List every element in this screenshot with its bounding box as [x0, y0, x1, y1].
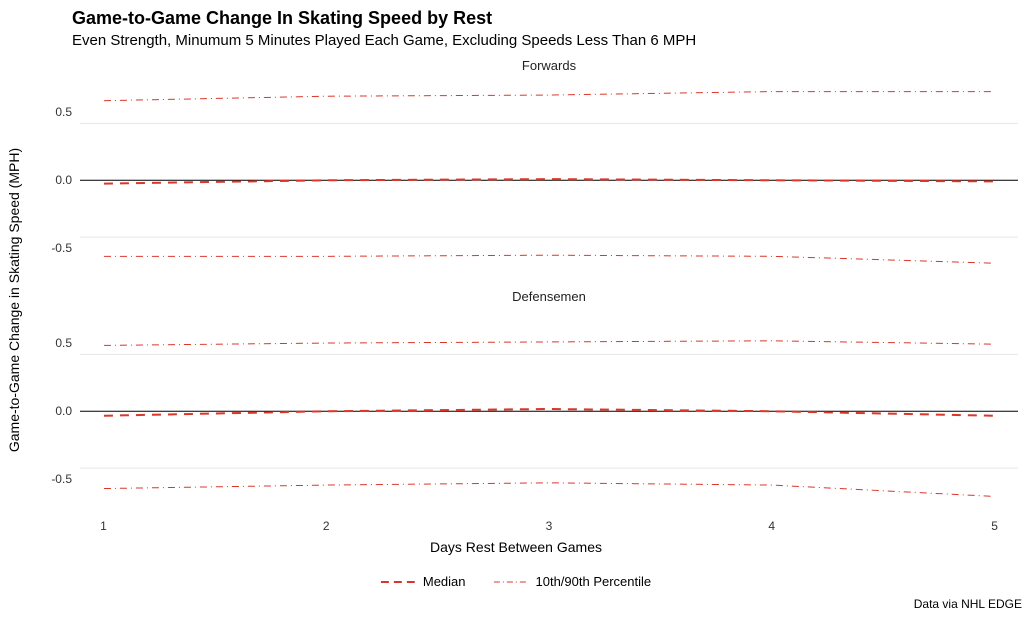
chart-container: Game-to-Game Change In Skating Speed by …: [0, 0, 1032, 617]
chart-title: Game-to-Game Change In Skating Speed by …: [72, 8, 492, 29]
y-tick: 0.5: [55, 336, 72, 350]
y-axis-label: Game-to-Game Change in Skating Speed (MP…: [6, 0, 22, 300]
legend: Median 10th/90th Percentile: [381, 574, 651, 589]
legend-item-median: Median: [381, 574, 466, 589]
plot-area: Forwards 0.5 0.0 -0.5 Defensemen 0.5 0.0…: [80, 56, 1018, 517]
facet-defensemen: Defensemen 0.5 0.0 -0.5: [80, 287, 1018, 514]
chart-subtitle: Even Strength, Minumum 5 Minutes Played …: [72, 32, 696, 49]
x-tick: 3: [546, 519, 553, 533]
legend-swatch-percentile: [494, 575, 528, 589]
facet-label: Defensemen: [512, 289, 586, 304]
legend-label: 10th/90th Percentile: [536, 574, 652, 589]
panel-defensemen: 0.5 0.0 -0.5: [80, 309, 1018, 514]
y-tick: 0.0: [55, 404, 72, 418]
legend-item-percentile: 10th/90th Percentile: [494, 574, 652, 589]
x-axis-label: Days Rest Between Games: [430, 539, 602, 555]
x-tick: 4: [768, 519, 775, 533]
legend-swatch-median: [381, 575, 415, 589]
legend-label: Median: [423, 574, 466, 589]
x-tick: 1: [100, 519, 107, 533]
y-tick: 0.5: [55, 105, 72, 119]
facet-forwards: Forwards 0.5 0.0 -0.5: [80, 56, 1018, 283]
y-tick: -0.5: [51, 472, 72, 486]
data-credit: Data via NHL EDGE: [914, 597, 1022, 611]
panel-forwards: 0.5 0.0 -0.5: [80, 78, 1018, 283]
x-axis: 1 2 3 4 5: [80, 519, 1018, 535]
x-tick: 5: [991, 519, 998, 533]
y-tick: -0.5: [51, 241, 72, 255]
y-tick: 0.0: [55, 173, 72, 187]
x-tick: 2: [323, 519, 330, 533]
facet-label: Forwards: [522, 58, 576, 73]
